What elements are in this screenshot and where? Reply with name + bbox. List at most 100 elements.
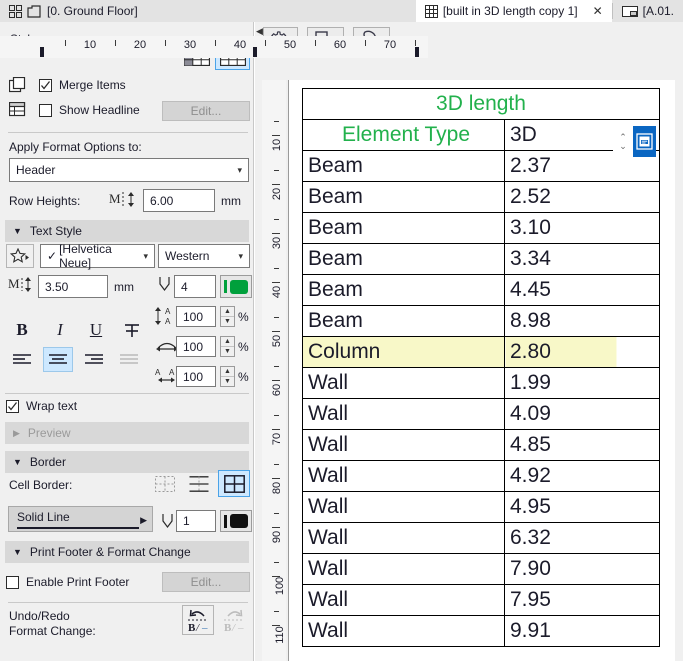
border-none-button[interactable]	[152, 472, 178, 496]
column-width-stepper[interactable]: ⌃ ⌄	[613, 126, 633, 157]
cell-element-type[interactable]: Column	[303, 337, 505, 368]
wrap-text-checkbox[interactable]	[6, 400, 19, 413]
script-select[interactable]: Western ▾	[158, 244, 250, 268]
cell-format-icon-button[interactable]	[633, 126, 656, 157]
cell-element-type[interactable]: Beam	[303, 182, 505, 213]
close-icon[interactable]: ✕	[593, 4, 603, 18]
border-horizontal-button[interactable]	[186, 472, 212, 496]
stepper-down-icon[interactable]: ▼	[221, 377, 234, 386]
italic-button[interactable]: I	[48, 319, 72, 341]
char-spacing-input[interactable]: 100	[176, 366, 216, 387]
enable-print-footer-row[interactable]: Enable Print Footer	[6, 575, 129, 589]
underline-button[interactable]: U	[84, 319, 108, 341]
stepper-up-icon[interactable]: ▲	[221, 337, 234, 347]
cell-length[interactable]: 4.85	[505, 430, 660, 461]
stepper-up-icon[interactable]: ▲	[221, 367, 234, 377]
align-center-button[interactable]	[43, 347, 73, 372]
cell-length[interactable]: 8.98	[505, 306, 660, 337]
ruler-tab-stop[interactable]	[253, 47, 257, 57]
headline-edit-button[interactable]: Edit...	[162, 101, 250, 121]
section-preview[interactable]: ▶ Preview	[5, 422, 249, 444]
cell-element-type[interactable]: Wall	[303, 585, 505, 616]
favorites-star-button[interactable]	[6, 244, 34, 268]
stepper-down-icon[interactable]: ▼	[221, 317, 234, 326]
font-select[interactable]: ✓ [Helvetica Neue] ▾	[40, 244, 155, 268]
cell-length[interactable]: 7.90	[505, 554, 660, 585]
table-row[interactable]: Wall7.90	[303, 554, 660, 585]
table-row[interactable]: Wall4.85	[303, 430, 660, 461]
text-color-swatch[interactable]	[220, 275, 252, 298]
table-row[interactable]: Beam3.34	[303, 244, 660, 275]
table-header-row[interactable]: Element Type3D	[303, 120, 660, 151]
horizontal-ruler[interactable]: 10203040506070	[0, 36, 428, 58]
table-row[interactable]: Wall4.92	[303, 461, 660, 492]
table-row[interactable]: Wall6.32	[303, 523, 660, 554]
cell-element-type[interactable]: Wall	[303, 430, 505, 461]
cell-length[interactable]: 4.95	[505, 492, 660, 523]
table-row[interactable]: Wall1.99	[303, 368, 660, 399]
tab-a01[interactable]: [A.01.	[613, 0, 683, 22]
line-type-button[interactable]: Solid Line ▶	[8, 506, 153, 532]
cell-length[interactable]: 2.52	[505, 182, 660, 213]
tab-ground-floor[interactable]: [0. Ground Floor]	[0, 0, 147, 22]
row-heights-input[interactable]: 6.00	[143, 189, 215, 212]
undo-format-change-button[interactable]: B / –	[182, 605, 214, 635]
cell-element-type[interactable]: Beam	[303, 151, 505, 182]
table-row[interactable]: Wall7.95	[303, 585, 660, 616]
merge-items-checkbox[interactable]	[39, 79, 52, 92]
align-right-button[interactable]	[80, 349, 108, 371]
cell-element-type[interactable]: Wall	[303, 399, 505, 430]
table-row[interactable]: Beam2.37	[303, 151, 660, 182]
table-row[interactable]: Column2.80	[303, 337, 660, 368]
print-footer-edit-button[interactable]: Edit...	[162, 572, 250, 592]
stepper-down-icon[interactable]: ⌄	[619, 142, 627, 151]
section-border[interactable]: ▼ Border	[5, 451, 249, 473]
table-row[interactable]: Beam3.10	[303, 213, 660, 244]
border-pen-input[interactable]: 1	[176, 510, 216, 532]
ruler-tab-stop[interactable]	[415, 47, 419, 57]
show-headline-row[interactable]: Show Headline	[39, 103, 140, 117]
cell-length[interactable]: 2.80	[505, 337, 660, 368]
table-row[interactable]: Wall4.09	[303, 399, 660, 430]
font-size-input[interactable]: 3.50	[38, 275, 108, 298]
show-headline-checkbox[interactable]	[39, 104, 52, 117]
cell-element-type[interactable]: Wall	[303, 523, 505, 554]
stepper-down-icon[interactable]: ▼	[221, 347, 234, 356]
section-text-style[interactable]: ▼ Text Style	[5, 220, 249, 242]
border-all-button[interactable]	[218, 470, 250, 497]
table-title-cell[interactable]: 3D length	[303, 89, 660, 120]
stepper-up-icon[interactable]: ▲	[221, 307, 234, 317]
cell-length[interactable]: 3.10	[505, 213, 660, 244]
cell-length[interactable]: 3.34	[505, 244, 660, 275]
table-row[interactable]: Beam4.45	[303, 275, 660, 306]
cell-length[interactable]: 4.45	[505, 275, 660, 306]
cell-element-type[interactable]: Beam	[303, 213, 505, 244]
width-factor-stepper[interactable]: ▲ ▼	[220, 336, 235, 357]
section-print-footer[interactable]: ▼ Print Footer & Format Change	[5, 541, 249, 563]
align-justify-button[interactable]	[115, 349, 143, 371]
apply-format-select[interactable]: Header ▾	[9, 158, 249, 182]
cell-length[interactable]: 4.92	[505, 461, 660, 492]
cell-length[interactable]: 9.91	[505, 616, 660, 647]
border-color-swatch[interactable]	[220, 510, 252, 532]
table-row[interactable]: Wall4.95	[303, 492, 660, 523]
tab-built-in-3d-length[interactable]: [built in 3D length copy 1] ✕	[416, 0, 612, 22]
schedule-canvas[interactable]: 3D lengthElement Type3DBeam2.37Beam2.52B…	[288, 80, 683, 661]
cell-length[interactable]: 6.32	[505, 523, 660, 554]
schedule-table[interactable]: 3D lengthElement Type3DBeam2.37Beam2.52B…	[302, 88, 660, 647]
line-spacing-input[interactable]: 100	[176, 306, 216, 327]
cell-element-type[interactable]: Wall	[303, 368, 505, 399]
char-spacing-stepper[interactable]: ▲ ▼	[220, 366, 235, 387]
header-cell-element-type[interactable]: Element Type	[303, 120, 505, 151]
table-row[interactable]: Beam8.98	[303, 306, 660, 337]
line-spacing-stepper[interactable]: ▲ ▼	[220, 306, 235, 327]
cell-element-type[interactable]: Wall	[303, 554, 505, 585]
cell-element-type[interactable]: Wall	[303, 492, 505, 523]
table-row[interactable]: Wall9.91	[303, 616, 660, 647]
cell-element-type[interactable]: Wall	[303, 461, 505, 492]
vertical-ruler[interactable]: 102030405060708090100110	[262, 80, 286, 661]
cell-element-type[interactable]: Beam	[303, 275, 505, 306]
cell-element-type[interactable]: Beam	[303, 306, 505, 337]
cell-length[interactable]: 4.09	[505, 399, 660, 430]
cell-element-type[interactable]: Beam	[303, 244, 505, 275]
